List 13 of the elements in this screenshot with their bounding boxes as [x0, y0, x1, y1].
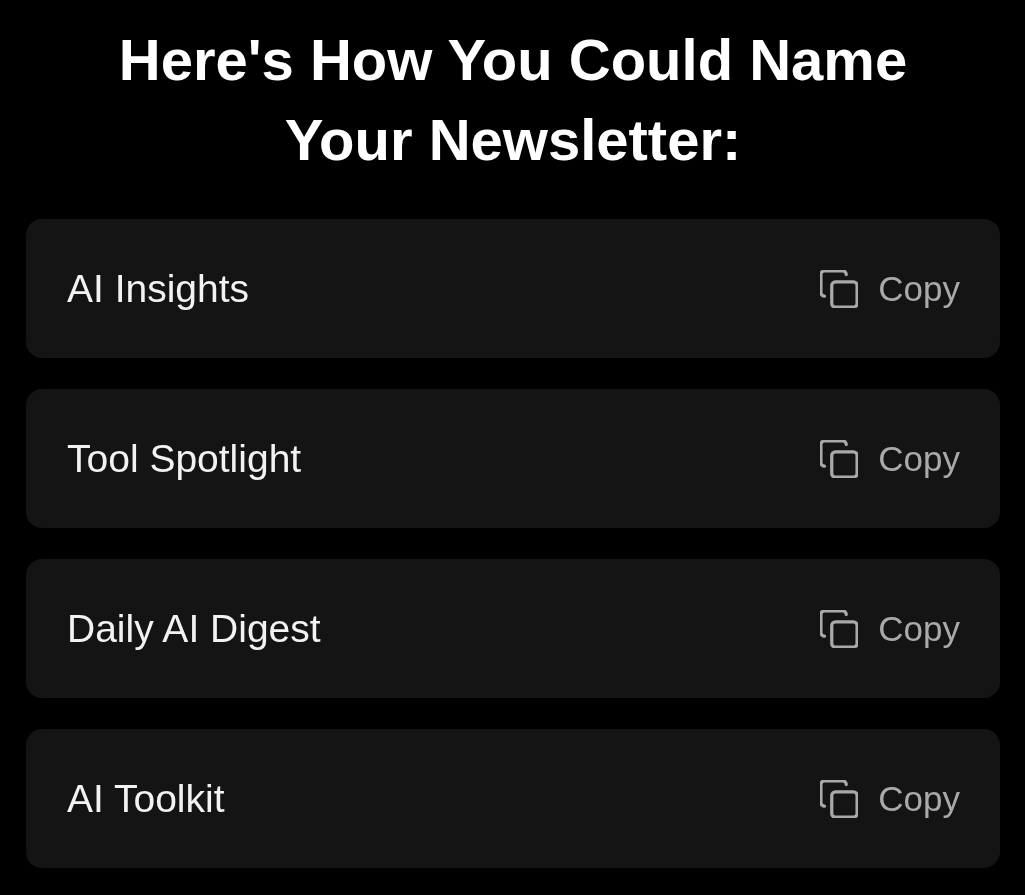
page-title: Here's How You Could Name Your Newsletter: — [117, 26, 909, 174]
newsletter-name: Tool Spotlight — [67, 435, 302, 482]
newsletter-name: Daily AI Digest — [67, 605, 321, 652]
copy-icon — [820, 779, 859, 818]
copy-icon — [820, 439, 859, 478]
newsletter-name: AI Toolkit — [67, 775, 225, 822]
copy-icon — [820, 609, 859, 648]
copy-icon — [820, 269, 859, 308]
copy-button[interactable]: Copy — [820, 777, 960, 820]
copy-button[interactable]: Copy — [820, 267, 960, 310]
copy-button[interactable]: Copy — [820, 607, 960, 650]
newsletter-name: AI Insights — [67, 265, 250, 312]
copy-button[interactable]: Copy — [820, 437, 960, 480]
